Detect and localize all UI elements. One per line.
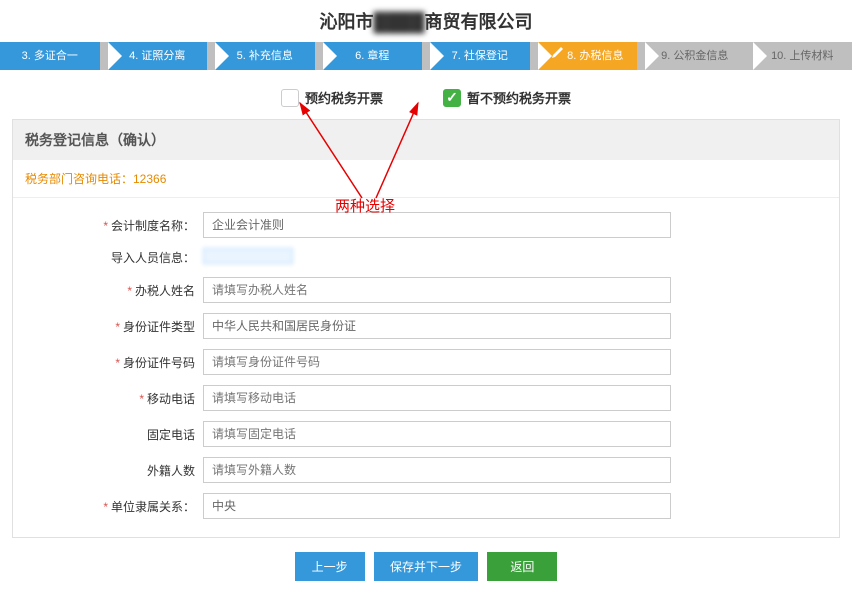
phone-input[interactable]	[203, 421, 671, 447]
name-input[interactable]	[203, 277, 671, 303]
annotation-text: 两种选择	[335, 195, 395, 216]
mobile-input[interactable]	[203, 385, 671, 411]
idnum-input[interactable]	[203, 349, 671, 375]
save-next-button[interactable]: 保存并下一步	[374, 552, 478, 581]
idnum-label: *身份证件号码	[13, 354, 203, 371]
unitrel-label: *单位隶属关系：	[13, 498, 203, 515]
name-label: *办税人姓名	[13, 282, 203, 299]
mobile-label: *移动电话	[13, 390, 203, 407]
annotation-arrows	[0, 0, 852, 220]
prev-button[interactable]: 上一步	[295, 552, 365, 581]
foreign-label: 外籍人数	[13, 462, 203, 479]
phone-label: 固定电话	[13, 426, 203, 443]
unitrel-select[interactable]: 中央	[203, 493, 671, 519]
idtype-label: *身份证件类型	[13, 318, 203, 335]
idtype-select[interactable]: 中华人民共和国居民身份证	[203, 313, 671, 339]
import-box[interactable]	[203, 248, 293, 264]
back-button[interactable]: 返回	[487, 552, 557, 581]
tax-form: *会计制度名称： 企业会计准则 导入人员信息： *办税人姓名 *身份证件类型 中…	[13, 198, 839, 537]
button-bar: 上一步 保存并下一步 返回	[0, 538, 852, 595]
foreign-input[interactable]	[203, 457, 671, 483]
import-label: 导入人员信息：	[13, 249, 203, 266]
